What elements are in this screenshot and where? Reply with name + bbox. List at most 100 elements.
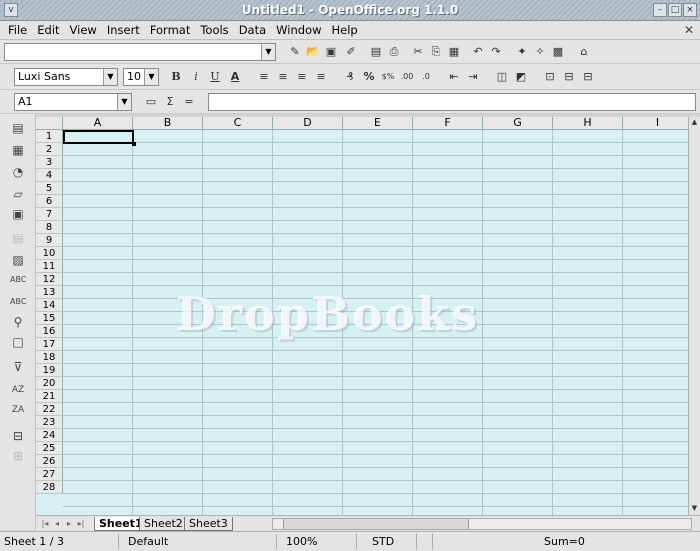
font-name-combo[interactable]: Luxi Sans ▼: [14, 68, 118, 86]
sort-ascending-icon[interactable]: AZ: [10, 382, 26, 398]
font-size-combo[interactable]: 10 ▼: [123, 68, 159, 86]
insert-chart-icon[interactable]: ⊟: [10, 428, 26, 444]
menu-insert[interactable]: Insert: [102, 23, 145, 37]
underline-icon[interactable]: U: [207, 69, 223, 85]
delete-decimal-icon[interactable]: .0: [418, 69, 434, 85]
column-header[interactable]: H: [553, 117, 623, 130]
row-header[interactable]: 14: [36, 299, 63, 312]
row-header[interactable]: 2: [36, 143, 63, 156]
spreadsheet-grid[interactable]: ABCDEFGHI 1 2 3 4 5 6 7 8 9 10 11 12 13 14 15 16 17 18 19 2…: [36, 117, 688, 515]
autofilter-icon[interactable]: ⊽: [10, 359, 26, 375]
menu-tools[interactable]: Tools: [195, 23, 233, 37]
edit-mode-icon[interactable]: ▣: [10, 206, 26, 222]
datasource-icon[interactable]: ⌂: [576, 44, 592, 60]
active-cell-cursor[interactable]: [63, 130, 136, 146]
redo-icon[interactable]: ↷: [488, 44, 504, 60]
row-header[interactable]: 21: [36, 390, 63, 403]
percent-icon[interactable]: %: [361, 69, 377, 85]
borders-icon[interactable]: ◫: [494, 69, 510, 85]
open-icon[interactable]: 📂: [305, 44, 321, 60]
insert-cells-icon[interactable]: ▦: [10, 142, 26, 158]
row-header[interactable]: 1: [36, 130, 63, 143]
show-changes-icon[interactable]: ▨: [10, 252, 26, 268]
chevron-down-icon[interactable]: ▼: [144, 69, 158, 85]
select-all-corner[interactable]: [36, 117, 63, 130]
menu-help[interactable]: Help: [327, 23, 363, 37]
row-header[interactable]: 9: [36, 234, 63, 247]
menu-format[interactable]: Format: [145, 23, 196, 37]
currency-icon[interactable]: ₰: [342, 69, 358, 85]
row-header[interactable]: 7: [36, 208, 63, 221]
row-header[interactable]: 10: [36, 247, 63, 260]
scroll-up-icon[interactable]: ▲: [689, 117, 700, 127]
decrease-indent-icon[interactable]: ⇤: [446, 69, 462, 85]
row-header[interactable]: 28: [36, 481, 63, 494]
align-center-v-icon[interactable]: ⊟: [580, 69, 596, 85]
row-header[interactable]: 20: [36, 377, 63, 390]
horizontal-scrollbar[interactable]: [272, 518, 692, 530]
status-mode[interactable]: STD: [372, 535, 394, 548]
copy-icon[interactable]: ⎘: [428, 44, 444, 60]
row-header[interactable]: 17: [36, 338, 63, 351]
row-header[interactable]: 19: [36, 364, 63, 377]
row-header[interactable]: 18: [36, 351, 63, 364]
column-header[interactable]: D: [273, 117, 343, 130]
row-header[interactable]: 13: [36, 286, 63, 299]
close-icon[interactable]: ×: [683, 3, 697, 17]
vertical-scrollbar[interactable]: ▲ ▼: [688, 117, 700, 515]
row-header[interactable]: 23: [36, 416, 63, 429]
row-header[interactable]: 25: [36, 442, 63, 455]
navigator-icon[interactable]: ✦: [514, 44, 530, 60]
cut-icon[interactable]: ✂: [410, 44, 426, 60]
find-icon[interactable]: ⚲: [10, 314, 26, 330]
sort-descending-icon[interactable]: ZA: [10, 402, 26, 418]
status-page-style[interactable]: Default: [128, 535, 168, 548]
paste-icon[interactable]: ▦: [446, 44, 462, 60]
italic-icon[interactable]: i: [188, 69, 204, 85]
column-header[interactable]: A: [63, 117, 133, 130]
menu-edit[interactable]: Edit: [32, 23, 64, 37]
standard-format-icon[interactable]: $%: [380, 69, 396, 85]
function-wizard-icon[interactable]: ▭: [143, 94, 159, 110]
chevron-down-icon[interactable]: ▼: [117, 94, 131, 110]
column-header[interactable]: G: [483, 117, 553, 130]
menu-window[interactable]: Window: [271, 23, 326, 37]
row-header[interactable]: 22: [36, 403, 63, 416]
row-header[interactable]: 24: [36, 429, 63, 442]
print-icon[interactable]: ⎙: [386, 44, 402, 60]
menu-file[interactable]: File: [3, 23, 32, 37]
justify-icon[interactable]: ≡: [313, 69, 329, 85]
column-header[interactable]: E: [343, 117, 413, 130]
edit-doc-icon[interactable]: ✐: [343, 44, 359, 60]
minimize-icon[interactable]: –: [653, 3, 667, 17]
autospell-icon[interactable]: ABC: [10, 294, 26, 310]
menu-data[interactable]: Data: [234, 23, 271, 37]
gallery-icon[interactable]: ▩: [550, 44, 566, 60]
save-icon[interactable]: ▣: [323, 44, 339, 60]
add-decimal-icon[interactable]: .00: [399, 69, 415, 85]
row-header[interactable]: 26: [36, 455, 63, 468]
edit-file-icon[interactable]: ✎: [287, 44, 303, 60]
background-color-icon[interactable]: ◩: [513, 69, 529, 85]
menu-view[interactable]: View: [65, 23, 102, 37]
export-pdf-icon[interactable]: ▤: [368, 44, 384, 60]
insert-icon[interactable]: ▤: [10, 120, 26, 136]
column-header[interactable]: F: [413, 117, 483, 130]
tab-sheet2[interactable]: Sheet2: [139, 517, 188, 531]
show-draw-icon[interactable]: ▱: [10, 186, 26, 202]
last-sheet-icon[interactable]: ▸|: [76, 518, 86, 529]
row-header[interactable]: 16: [36, 325, 63, 338]
column-header[interactable]: B: [133, 117, 203, 130]
column-header[interactable]: I: [623, 117, 688, 130]
close-document-icon[interactable]: ✕: [684, 23, 694, 37]
row-header[interactable]: 12: [36, 273, 63, 286]
row-header[interactable]: 4: [36, 169, 63, 182]
align-right-icon[interactable]: ≡: [294, 69, 310, 85]
row-header[interactable]: 8: [36, 221, 63, 234]
column-header[interactable]: C: [203, 117, 273, 130]
maximize-icon[interactable]: □: [668, 3, 682, 17]
merge-cells-icon[interactable]: ⊡: [542, 69, 558, 85]
sum-icon[interactable]: Σ: [162, 94, 178, 110]
spellcheck-icon[interactable]: ABC: [10, 272, 26, 288]
insert-object-icon[interactable]: ◔: [10, 164, 26, 180]
